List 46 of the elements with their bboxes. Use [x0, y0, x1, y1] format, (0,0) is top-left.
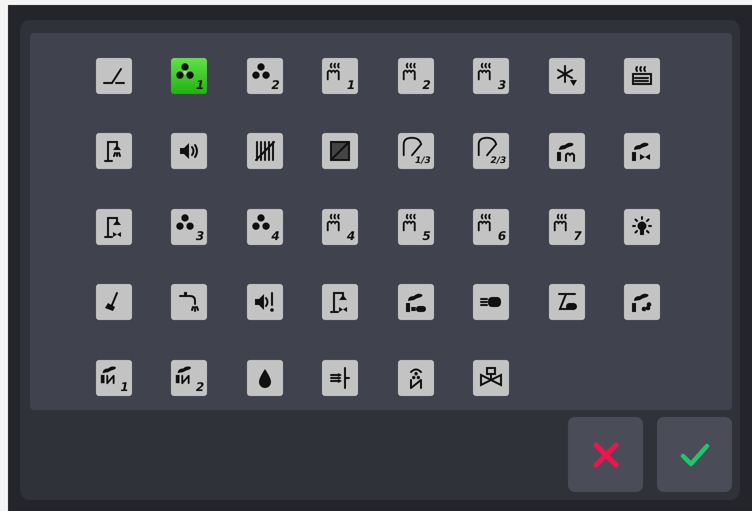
- symbol-tile[interactable]: [322, 133, 358, 170]
- symbol-tile[interactable]: 3: [473, 58, 510, 94]
- blind-icon: [328, 139, 352, 164]
- symbol-tile[interactable]: [398, 284, 434, 320]
- symbol-tile[interactable]: [171, 284, 208, 320]
- symbol-tile[interactable]: [473, 284, 510, 320]
- symbol-tile[interactable]: 4: [246, 208, 283, 245]
- symbol-tile[interactable]: [246, 284, 283, 320]
- snowflake-icon: [554, 64, 579, 88]
- symbol-tile[interactable]: 5: [398, 208, 434, 245]
- symbol-tile[interactable]: 1: [96, 360, 132, 396]
- symbol-tile[interactable]: [548, 284, 585, 320]
- symbol-tile[interactable]: [96, 284, 132, 320]
- symbol-tile[interactable]: [246, 133, 283, 170]
- symbol-tile[interactable]: 2: [246, 58, 283, 94]
- alarm-speaker-icon: [252, 290, 277, 314]
- symbol-tile[interactable]: [322, 360, 358, 396]
- symbol-tile[interactable]: [548, 133, 585, 170]
- symbol-tile[interactable]: [624, 284, 660, 320]
- symbol-tile[interactable]: 4: [322, 208, 358, 245]
- symbol-tile[interactable]: 2: [171, 360, 208, 396]
- symbol-tile[interactable]: 1: [171, 58, 208, 94]
- symbol-tile[interactable]: 2: [398, 58, 434, 94]
- floor-heating-icon: [630, 64, 654, 88]
- symbol-tile[interactable]: 1: [322, 58, 358, 94]
- symbol-tile[interactable]: [246, 360, 283, 396]
- inlet-icon: [328, 366, 352, 390]
- symbol-tile[interactable]: [624, 133, 660, 170]
- symbol-tile[interactable]: [96, 208, 132, 245]
- symbol-tile[interactable]: [96, 58, 132, 94]
- symbol-tile[interactable]: 3: [171, 208, 208, 245]
- blind-icon: [252, 139, 277, 164]
- symbol-tile[interactable]: [473, 360, 510, 396]
- symbol-tile[interactable]: 6: [473, 208, 510, 245]
- symbol-tile[interactable]: [171, 133, 208, 170]
- symbol-tile[interactable]: [624, 208, 660, 245]
- symbol-tile[interactable]: 7: [548, 208, 585, 245]
- symbol-tile[interactable]: [624, 58, 660, 94]
- symbol-tile[interactable]: [398, 360, 434, 396]
- confirm-button[interactable]: [657, 417, 732, 492]
- tap-icon: [177, 290, 202, 314]
- symbol-tile[interactable]: [96, 133, 132, 170]
- symbol-tile[interactable]: [322, 284, 358, 320]
- symbol-tile[interactable]: 1/3: [398, 133, 434, 170]
- symbol-tile[interactable]: [548, 58, 585, 94]
- symbol-tile[interactable]: 2/3: [473, 133, 510, 170]
